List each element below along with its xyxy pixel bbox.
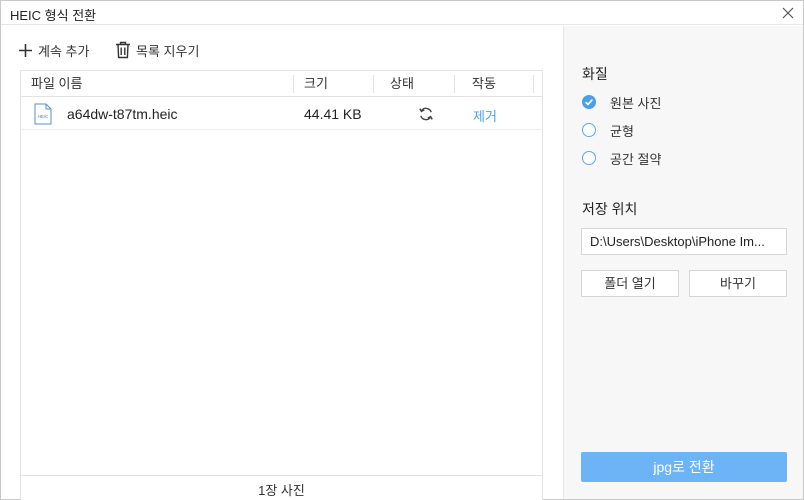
quality-option-original[interactable]: 원본 사진: [582, 93, 661, 111]
change-location-button[interactable]: 바꾸기: [689, 270, 787, 297]
table-row[interactable]: HEIC a64dw-t87tm.heic 44.41 KB 제거: [21, 97, 542, 130]
close-icon[interactable]: [779, 4, 797, 22]
window-title: HEIC 형식 전환: [10, 8, 97, 23]
plus-icon: [19, 43, 32, 57]
add-more-label: 계속 추가: [38, 43, 90, 59]
column-status: 상태: [390, 76, 414, 91]
column-file-name: 파일 이름: [31, 76, 83, 91]
save-path-field[interactable]: D:\Users\Desktop\iPhone Im...: [581, 228, 787, 255]
photo-count: 1장 사진: [21, 475, 542, 500]
clear-list-label: 목록 지우기: [136, 43, 200, 59]
quality-option-balanced[interactable]: 균형: [582, 121, 634, 139]
column-action: 작동: [472, 76, 496, 91]
radio-unchecked-icon: [582, 151, 596, 165]
add-more-button[interactable]: 계속 추가: [18, 40, 89, 60]
heic-converter-window: HEIC 형식 전환 계속 추가 목록 지우기 파일 이름 크기 상태 작동 H…: [0, 0, 804, 500]
file-list-area: 계속 추가 목록 지우기 파일 이름 크기 상태 작동 HEIC a64dw-t…: [1, 26, 563, 500]
file-table: 파일 이름 크기 상태 작동 HEIC a64dw-t87tm.heic 44.…: [20, 70, 543, 500]
file-size: 44.41 KB: [304, 106, 362, 122]
quality-label: 화질: [582, 66, 608, 82]
refresh-icon[interactable]: [418, 106, 434, 122]
column-divider: [293, 75, 294, 93]
settings-panel: 화질 원본 사진 균형 공간 절약 저장 위치 D:\Users\Desktop…: [563, 26, 803, 499]
column-divider: [533, 75, 534, 93]
quality-option-label: 공간 절약: [610, 151, 662, 167]
column-divider: [373, 75, 374, 93]
column-size: 크기: [304, 76, 328, 91]
title-bar: HEIC 형식 전환: [1, 1, 803, 25]
radio-checked-icon: [582, 95, 596, 109]
table-header: 파일 이름 크기 상태 작동: [21, 71, 542, 97]
quality-option-label: 균형: [610, 123, 634, 139]
quality-option-space-saving[interactable]: 공간 절약: [582, 149, 661, 167]
column-divider: [454, 75, 455, 93]
file-name: a64dw-t87tm.heic: [67, 106, 178, 122]
remove-file-link[interactable]: 제거: [473, 106, 497, 125]
radio-unchecked-icon: [582, 123, 596, 137]
heic-file-icon: HEIC: [34, 103, 52, 125]
open-folder-button[interactable]: 폴더 열기: [581, 270, 679, 297]
clear-list-button[interactable]: 목록 지우기: [115, 40, 199, 60]
trash-icon: [116, 41, 130, 59]
save-location-label: 저장 위치: [582, 201, 638, 217]
convert-button[interactable]: jpg로 전환: [581, 452, 787, 482]
svg-text:HEIC: HEIC: [38, 114, 49, 119]
quality-option-label: 원본 사진: [610, 95, 662, 111]
